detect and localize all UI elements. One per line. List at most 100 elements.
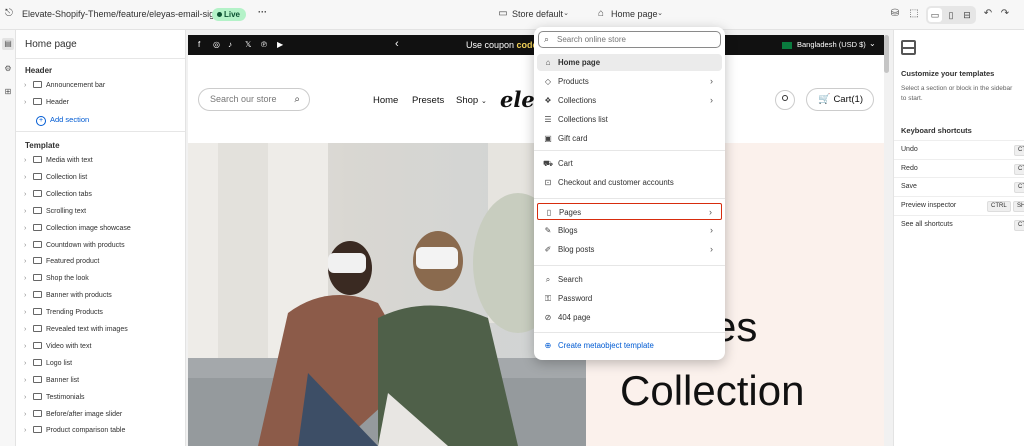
menu-item-products[interactable]: ◇ Products › (537, 73, 722, 90)
youtube-icon[interactable]: ▶ (277, 40, 283, 49)
menu-item-password[interactable]: ⚿ Password (537, 290, 722, 307)
sections-icon[interactable]: ▤ (2, 38, 14, 50)
redo-icon[interactable]: ↷ (998, 7, 1012, 21)
chevron-right-icon[interactable]: › (24, 424, 33, 438)
store-search[interactable]: Search our store ⌕ (198, 88, 310, 111)
sidebar-section-item[interactable]: › Countdown with products (24, 239, 125, 253)
chevron-right-icon[interactable]: › (24, 391, 33, 405)
menu-item-checkout-and-customer-accounts[interactable]: ⊡ Checkout and customer accounts (537, 174, 722, 191)
sidebar-section-item[interactable]: › Revealed text with images (24, 323, 128, 337)
sidebar-section-item[interactable]: › Testimonials (24, 391, 85, 405)
tiktok-icon[interactable]: ♪ (228, 40, 232, 49)
mobile-view-icon[interactable]: ▯ (944, 8, 958, 22)
shortcut-row: Redo CT (894, 158, 1024, 178)
post-icon: ✐ (544, 245, 552, 254)
undo-icon[interactable]: ↶ (981, 7, 995, 21)
sidebar-section-item[interactable]: › Banner with products (24, 289, 112, 303)
cart-button[interactable]: 🛒 Cart(1) (806, 88, 874, 111)
sidebar-section-item[interactable]: › Announcement bar (24, 79, 105, 93)
x-icon[interactable]: 𝕏 (245, 40, 251, 49)
sidebar-section-item[interactable]: › Logo list (24, 357, 72, 371)
store-selector[interactable]: Store default (512, 9, 563, 19)
sidebar-section-item[interactable]: › Collection list (24, 171, 87, 185)
desktop-view-icon[interactable]: ▭ (928, 8, 942, 22)
menu-item-blog-posts[interactable]: ✐ Blog posts › (537, 241, 722, 258)
chevron-down-icon[interactable]: ⌄ (559, 7, 573, 21)
sidebar-section-item[interactable]: › Media with text (24, 154, 93, 168)
menu-item-cart[interactable]: ⛟ Cart (537, 155, 722, 172)
account-icon[interactable] (775, 90, 795, 110)
menu-item-home-page[interactable]: ⌂ Home page (537, 54, 722, 71)
menu-item-search[interactable]: ⌕ Search (537, 271, 722, 288)
sidebar-section-item[interactable]: › Header (24, 96, 69, 110)
facebook-icon[interactable]: f (198, 40, 200, 49)
nav-home[interactable]: Home (373, 95, 398, 106)
settings-panel: Customize your templates Select a sectio… (893, 30, 1024, 446)
chevron-right-icon[interactable]: › (24, 272, 33, 286)
database-icon[interactable]: ⛁ (888, 7, 902, 21)
pinterest-icon[interactable]: ℗ (261, 40, 267, 49)
menu-item-404-page[interactable]: ⊘ 404 page (537, 309, 722, 326)
chevron-right-icon[interactable]: › (24, 222, 33, 236)
chevron-right-icon[interactable]: › (24, 171, 33, 185)
chevron-right-icon[interactable]: › (24, 289, 33, 303)
chevron-right-icon[interactable]: › (24, 255, 33, 269)
sidebar-section-item[interactable]: › Collection image showcase (24, 222, 131, 236)
create-metaobject-template-button[interactable]: ⊕ Create metaobject template (537, 337, 722, 354)
instagram-icon[interactable]: ◎ (213, 40, 220, 49)
sidebar-section-item[interactable]: › Shop the look (24, 272, 89, 286)
nav-shop[interactable]: Shop (456, 95, 478, 106)
more-actions-button[interactable]: ··· (258, 7, 267, 17)
chevron-right-icon[interactable]: › (24, 323, 33, 337)
panel-title: Customize your templates (901, 69, 995, 78)
chevron-right-icon[interactable]: › (24, 188, 33, 202)
exit-icon[interactable]: ⎋ (2, 7, 16, 21)
preview-scrollbar[interactable] (884, 35, 889, 446)
chevron-right-icon[interactable]: › (24, 306, 33, 320)
search-online-store-input[interactable] (538, 31, 721, 48)
chevron-right-icon[interactable]: › (24, 154, 33, 168)
chevron-right-icon[interactable]: › (24, 408, 33, 422)
page-selector[interactable]: Home page (611, 9, 658, 19)
chevron-right-icon[interactable]: › (24, 340, 33, 354)
menu-item-pages[interactable]: ▯ Pages › (537, 203, 722, 220)
chevron-right-icon[interactable]: › (24, 374, 33, 388)
chevron-right-icon: › (709, 207, 712, 217)
settings-icon[interactable]: ⚙ (2, 63, 14, 75)
menu-item-blogs[interactable]: ✎ Blogs › (537, 222, 722, 239)
menu-item-collections[interactable]: ❖ Collections › (537, 92, 722, 109)
nav-presets[interactable]: Presets (412, 95, 444, 106)
menu-item-label: Blog posts (558, 245, 595, 254)
fullscreen-icon[interactable]: ⊟ (960, 8, 974, 22)
chevron-right-icon[interactable]: › (24, 79, 33, 93)
chevron-right-icon[interactable]: › (24, 239, 33, 253)
chevron-right-icon[interactable]: › (24, 205, 33, 219)
sidebar-section-item[interactable]: › Banner list (24, 374, 79, 388)
sidebar-section-item[interactable]: › Featured product (24, 255, 99, 269)
theme-name[interactable]: Elevate-Shopify-Theme/feature/eleyas-ema… (22, 9, 229, 19)
chevron-down-icon[interactable]: ⌄ (481, 97, 487, 105)
sidebar-section-item[interactable]: › Scrolling text (24, 205, 86, 219)
menu-item-collections-list[interactable]: ☰ Collections list (537, 111, 722, 128)
add-section-button[interactable]: Add section (36, 115, 89, 126)
menu-item-gift-card[interactable]: ▣ Gift card (537, 130, 722, 147)
chevron-down-icon[interactable]: ⌄ (869, 39, 876, 48)
chevron-right-icon[interactable]: › (24, 357, 33, 371)
section-icon (33, 172, 42, 180)
chevron-right-icon[interactable]: › (24, 96, 33, 110)
sidebar-section-item[interactable]: › Trending Products (24, 306, 103, 320)
error-page-icon: ⊘ (544, 313, 552, 322)
sidebar-section-item[interactable]: › Collection tabs (24, 188, 92, 202)
page-title: Home page (25, 39, 77, 50)
inspector-icon[interactable]: ⬚ (907, 7, 921, 21)
apps-icon[interactable]: ⊞ (2, 86, 14, 98)
sidebar-item-label: Collection list (46, 173, 88, 181)
chevron-left-icon[interactable]: ‹ (395, 38, 399, 50)
store-logo[interactable]: ele (500, 87, 535, 112)
chevron-down-icon[interactable]: ⌄ (653, 7, 667, 21)
sidebar-section-item[interactable]: › Video with text (24, 340, 91, 354)
sidebar-section-item[interactable]: › Product comparison table (24, 424, 125, 438)
plus-circle-icon: ⊕ (544, 341, 552, 350)
sidebar-section-item[interactable]: › Before/after image slider (24, 408, 122, 422)
country-selector[interactable]: Bangladesh (USD $) (797, 40, 866, 49)
